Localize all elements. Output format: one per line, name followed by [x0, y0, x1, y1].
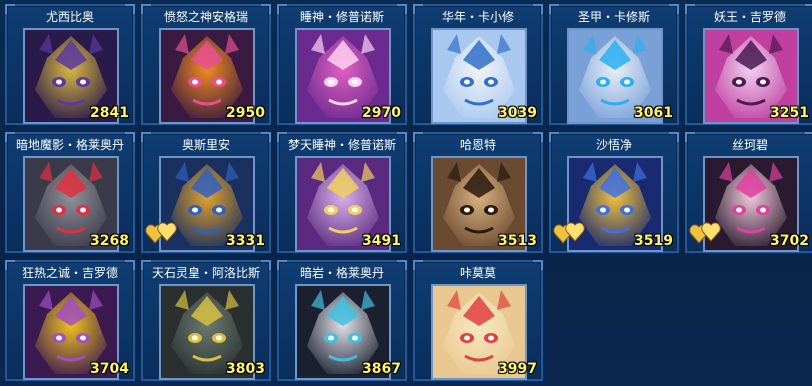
- pet-name: 妖王・吉罗德: [713, 10, 786, 24]
- pet-name: 暗地魔影・格莱奥丹: [15, 138, 124, 152]
- pet-power: 2970: [362, 105, 401, 121]
- pet-power: 3702: [770, 233, 809, 249]
- pet-name: 沙悟净: [595, 138, 632, 152]
- pet-card[interactable]: 华年・卡小修 3039: [413, 4, 543, 125]
- pet-name: 丝珂碧: [731, 138, 768, 152]
- pet-card[interactable]: 暗地魔影・格莱奥丹 3268: [5, 132, 135, 253]
- pet-name: 天石灵皇・阿洛比斯: [151, 266, 260, 280]
- pet-card[interactable]: 沙悟净 3519: [549, 132, 679, 253]
- pet-card[interactable]: 哈恩特 3513: [413, 132, 543, 253]
- pet-power: 3268: [90, 233, 129, 249]
- pet-grid: 尤西比奥 2841 愤怒之神安格瑞 2950 睡神・修普诺斯 2970 华年・卡…: [0, 0, 812, 386]
- pet-power: 3803: [226, 361, 265, 377]
- pet-power: 3331: [226, 233, 265, 249]
- pet-power: 2841: [90, 105, 129, 121]
- pet-power: 3519: [634, 233, 673, 249]
- pet-power: 3867: [362, 361, 401, 377]
- pet-name: 暗岩・格莱奥丹: [299, 266, 384, 280]
- pet-power: 3491: [362, 233, 401, 249]
- pet-card[interactable]: 狂热之诚・吉罗德 3704: [5, 260, 135, 381]
- pet-power: 3039: [498, 105, 537, 121]
- pet-card[interactable]: 梦天睡神・修普诺斯 3491: [277, 132, 407, 253]
- pet-name: 奥斯里安: [181, 138, 230, 152]
- pet-card[interactable]: 妖王・吉罗德 3251: [685, 4, 812, 125]
- pet-card[interactable]: 天石灵皇・阿洛比斯 3803: [141, 260, 271, 381]
- pet-card[interactable]: 睡神・修普诺斯 2970: [277, 4, 407, 125]
- pet-card[interactable]: 愤怒之神安格瑞 2950: [141, 4, 271, 125]
- pet-name: 睡神・修普诺斯: [299, 10, 384, 24]
- pet-card[interactable]: 圣甲・卡修斯 3061: [549, 4, 679, 125]
- pet-card[interactable]: 暗岩・格莱奥丹 3867: [277, 260, 407, 381]
- pet-power: 3061: [634, 105, 673, 121]
- double-heart-icon: [145, 221, 179, 245]
- pet-card[interactable]: 丝珂碧 3702: [685, 132, 812, 253]
- pet-power: 2950: [226, 105, 265, 121]
- double-heart-icon: [689, 221, 723, 245]
- pet-power: 3513: [498, 233, 537, 249]
- pet-name: 尤西比奥: [45, 10, 94, 24]
- pet-name: 哈恩特: [459, 138, 496, 152]
- pet-power: 3704: [90, 361, 129, 377]
- pet-name: 狂热之诚・吉罗德: [21, 266, 118, 280]
- pet-card[interactable]: 尤西比奥 2841: [5, 4, 135, 125]
- pet-name: 咔莫莫: [459, 266, 496, 280]
- pet-name: 梦天睡神・修普诺斯: [287, 138, 396, 152]
- pet-card[interactable]: 奥斯里安 3331: [141, 132, 271, 253]
- pet-name: 圣甲・卡修斯: [577, 10, 650, 24]
- pet-name: 愤怒之神安格瑞: [163, 10, 248, 24]
- pet-name: 华年・卡小修: [441, 10, 514, 24]
- pet-power: 3251: [770, 105, 809, 121]
- double-heart-icon: [553, 221, 587, 245]
- pet-card[interactable]: 咔莫莫 3997: [413, 260, 543, 381]
- pet-power: 3997: [498, 361, 537, 377]
